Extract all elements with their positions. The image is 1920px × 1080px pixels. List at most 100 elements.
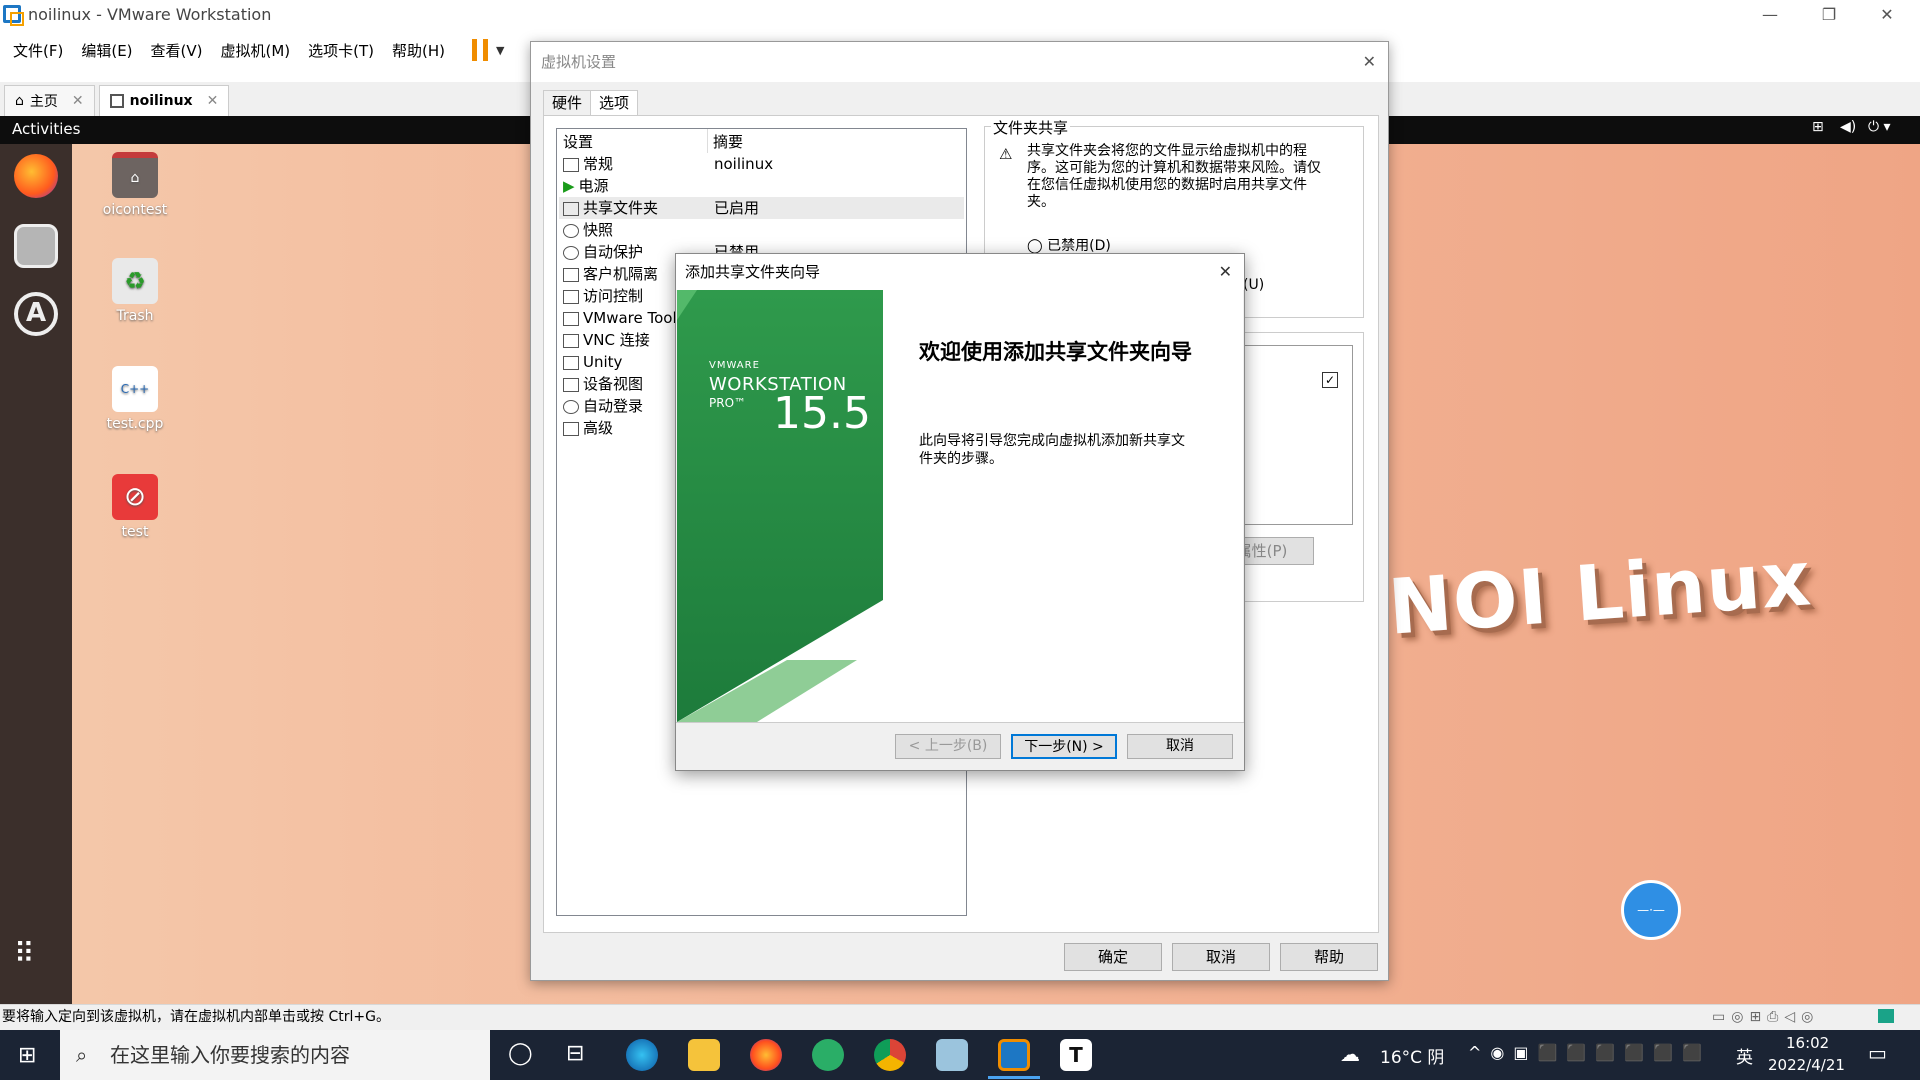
app-icon[interactable] <box>936 1039 968 1071</box>
software-center-icon[interactable]: A <box>14 292 58 336</box>
help-button[interactable]: 帮助 <box>1280 943 1378 971</box>
list-item[interactable]: ▶ 电源 <box>563 176 609 196</box>
clock-date[interactable]: 2022/4/21 <box>1768 1056 1845 1074</box>
search-placeholder: 在这里输入你要搜索的内容 <box>110 1043 350 1067</box>
item-name: 高级 <box>583 419 614 437</box>
firefox-taskbar-icon[interactable] <box>750 1039 782 1071</box>
file-explorer-icon[interactable] <box>688 1039 720 1071</box>
close-icon[interactable]: ✕ <box>207 93 219 109</box>
weather-text[interactable]: 16°C 阴 <box>1380 1043 1444 1068</box>
cpp-file-icon: C++ <box>112 366 158 412</box>
radio-disabled[interactable]: ◯ 已禁用(D) <box>1027 235 1111 255</box>
unity-icon <box>563 355 579 370</box>
app-grid-icon[interactable]: ⠿ <box>14 940 37 968</box>
col-header-summary: 摘要 <box>713 133 744 151</box>
desktop-icon-trash[interactable]: ♻ Trash <box>85 258 185 324</box>
firefox-icon[interactable] <box>14 154 58 198</box>
status-message: 要将输入定向到该虚拟机，请在虚拟机内部单击或按 Ctrl+G。 <box>2 1009 390 1025</box>
list-item[interactable]: Unity <box>563 352 622 372</box>
chevron-down-icon[interactable]: ▼ <box>496 44 504 57</box>
list-item[interactable]: 共享文件夹 <box>563 198 658 218</box>
task-view-icon[interactable]: ◯ <box>508 1041 533 1066</box>
list-item[interactable]: 访问控制 <box>563 286 643 306</box>
power-icon[interactable]: ⏻ ▾ <box>1868 119 1891 135</box>
vmware-taskbar-icon[interactable] <box>998 1039 1030 1071</box>
pause-icon[interactable] <box>472 39 489 61</box>
menu-tabs[interactable]: 选项卡(T) <box>299 40 383 61</box>
menu-edit[interactable]: 编辑(E) <box>72 40 141 61</box>
add-shared-folder-wizard: 添加共享文件夹向导 ✕ VMWARE WORKSTATION PRO™ 15.5… <box>675 253 1245 771</box>
item-name: VMware Tools <box>583 309 685 327</box>
chrome-icon[interactable] <box>874 1039 906 1071</box>
lock-icon <box>563 267 579 282</box>
restore-button[interactable]: ❐ <box>1800 0 1858 29</box>
close-icon[interactable]: ✕ <box>1219 254 1232 290</box>
device-status-icons[interactable]: ▭◎⊞⎙◁◎ <box>1712 1005 1819 1029</box>
list-item[interactable]: 自动保护 <box>563 242 643 262</box>
tab-hardware[interactable]: 硬件 <box>543 90 592 116</box>
desktop-icon-test-cpp[interactable]: C++ test.cpp <box>85 366 185 432</box>
wizard-cancel-button[interactable]: 取消 <box>1127 734 1233 759</box>
dialog-title: 虚拟机设置 <box>541 53 617 71</box>
network-icon[interactable]: ⊞ <box>1812 119 1824 135</box>
menu-help[interactable]: 帮助(H) <box>383 40 454 61</box>
settings-tabs: 硬件 选项 <box>543 90 639 118</box>
typora-icon[interactable]: T <box>1060 1039 1092 1071</box>
item-name: 电源 <box>578 177 609 195</box>
folder-enabled-checkbox[interactable]: ✓ <box>1322 372 1338 388</box>
clock-icon <box>563 245 579 260</box>
home-folder-icon: ⌂ <box>112 152 158 198</box>
tab-home[interactable]: ⌂ 主页 ✕ <box>4 85 95 116</box>
list-item[interactable]: 常规 <box>563 154 613 174</box>
wechat-icon[interactable] <box>812 1039 844 1071</box>
item-name: 设备视图 <box>583 375 644 393</box>
list-item[interactable]: 自动登录 <box>563 396 643 416</box>
desktop-icon-oicontest[interactable]: ⌂ oicontest <box>85 152 185 218</box>
home-icon: ⌂ <box>15 93 24 109</box>
windows-start-icon[interactable]: ⊞ <box>18 1043 36 1068</box>
files-icon[interactable] <box>14 224 58 268</box>
list-item[interactable]: 高级 <box>563 418 613 438</box>
warning-icon: ⚠ <box>999 145 1013 163</box>
next-button[interactable]: 下一步(N) > <box>1011 734 1117 759</box>
list-item[interactable]: 设备视图 <box>563 374 643 394</box>
notification-icon[interactable]: ▭ <box>1868 1041 1887 1065</box>
back-button[interactable]: < 上一步(B) <box>895 734 1001 759</box>
edge-icon[interactable] <box>626 1039 658 1071</box>
minimize-button[interactable]: — <box>1741 0 1799 29</box>
advanced-icon <box>563 421 579 436</box>
item-name: 客户机隔离 <box>583 265 659 283</box>
floating-ball-button[interactable]: —·— <box>1621 880 1681 940</box>
divider <box>676 722 1244 723</box>
volume-icon[interactable]: ◀) <box>1840 119 1856 135</box>
desktop-icon-test[interactable]: ⊘ test <box>85 474 185 540</box>
close-window-button[interactable]: ✕ <box>1858 0 1916 29</box>
list-item[interactable]: 客户机隔离 <box>563 264 658 284</box>
message-log-icon[interactable] <box>1878 1009 1894 1023</box>
menu-file[interactable]: 文件(F) <box>4 40 72 61</box>
cancel-button[interactable]: 取消 <box>1172 943 1270 971</box>
ok-button[interactable]: 确定 <box>1064 943 1162 971</box>
list-item[interactable]: VMware Tools <box>563 308 684 328</box>
menu-view[interactable]: 查看(V) <box>142 40 212 61</box>
clock-time[interactable]: 16:02 <box>1786 1034 1829 1052</box>
tab-noilinux[interactable]: noilinux ✕ <box>98 85 230 116</box>
activities-button[interactable]: Activities <box>12 120 80 138</box>
item-summary: noilinux <box>714 155 774 173</box>
widgets-icon[interactable]: ⊟ <box>566 1041 584 1066</box>
tab-options[interactable]: 选项 <box>590 90 639 118</box>
close-icon[interactable]: ✕ <box>72 93 84 109</box>
access-control-icon <box>563 289 579 304</box>
item-name: Unity <box>583 353 623 371</box>
taskbar-search[interactable]: ⌕ 在这里输入你要搜索的内容 <box>60 1030 490 1080</box>
vnc-icon <box>563 333 579 348</box>
close-icon[interactable]: ✕ <box>1363 42 1376 82</box>
wizard-title: 添加共享文件夹向导 <box>685 263 821 281</box>
brand-pro: PRO™ <box>709 396 747 410</box>
list-item[interactable]: VNC 连接 <box>563 330 650 350</box>
list-item[interactable]: 快照 <box>563 220 613 240</box>
tray-icons[interactable]: ^◉▣⬛⬛⬛⬛⬛⬛ <box>1468 1043 1711 1062</box>
dialog-titlebar: 虚拟机设置 ✕ <box>531 42 1388 82</box>
menu-vm[interactable]: 虚拟机(M) <box>212 40 300 61</box>
ime-indicator[interactable]: 英 <box>1736 1043 1753 1068</box>
